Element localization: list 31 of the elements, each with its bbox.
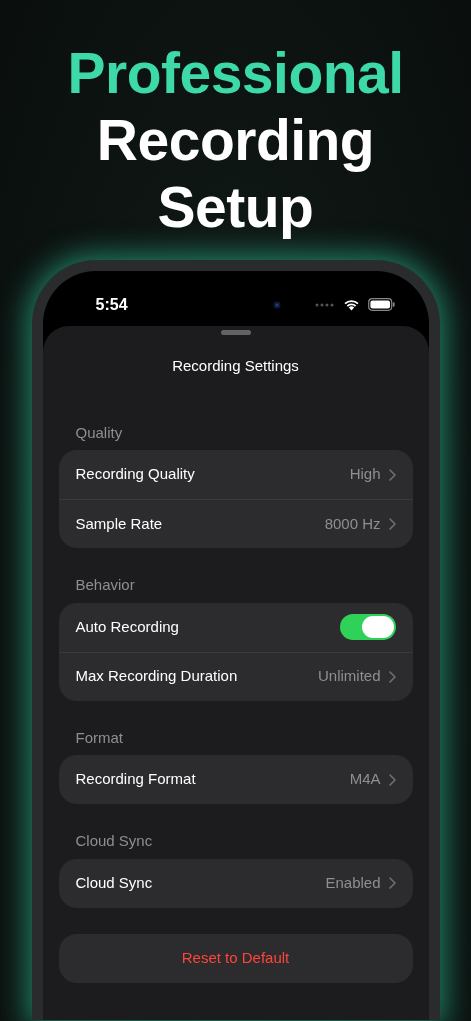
setting-label: Recording Format — [75, 769, 196, 790]
chevron-icon — [388, 670, 396, 683]
setting-label: Sample Rate — [75, 513, 163, 534]
chevron-icon — [388, 518, 396, 530]
wifi-icon — [342, 298, 360, 311]
chevron-icon — [388, 877, 396, 889]
setting-label: Auto Recording — [75, 616, 179, 637]
sheet-title: Recording Settings — [171, 356, 300, 376]
section-header: Quality — [74, 422, 124, 443]
setting-value: Unlimited — [317, 666, 381, 687]
section-header: Cloud Sync — [74, 831, 154, 851]
section-header: Format — [74, 727, 124, 748]
setting-value: Enabled — [325, 872, 381, 893]
signal-icon — [314, 302, 335, 307]
setting-value: High — [349, 464, 381, 485]
camera-icon — [272, 300, 281, 309]
sheet-grabber[interactable] — [220, 330, 251, 335]
toggle-switch[interactable] — [339, 614, 396, 640]
setting-label: Cloud Sync — [75, 872, 153, 893]
setting-value: M4A — [349, 769, 381, 790]
setting-label: Recording Quality — [75, 464, 195, 485]
status-time: 5:54 — [95, 294, 128, 315]
headline: Recording Setup — [95, 107, 376, 241]
section-header: Behavior — [74, 575, 136, 595]
reset-button[interactable]: Reset to Default — [58, 933, 413, 983]
chevron-icon — [388, 468, 396, 481]
battery-icon — [367, 298, 395, 311]
setting-label: Max Recording Duration — [75, 666, 238, 687]
chevron-icon — [388, 773, 396, 786]
headline-accent: Professional — [67, 40, 404, 107]
setting-value: 8000 Hz — [324, 513, 381, 534]
